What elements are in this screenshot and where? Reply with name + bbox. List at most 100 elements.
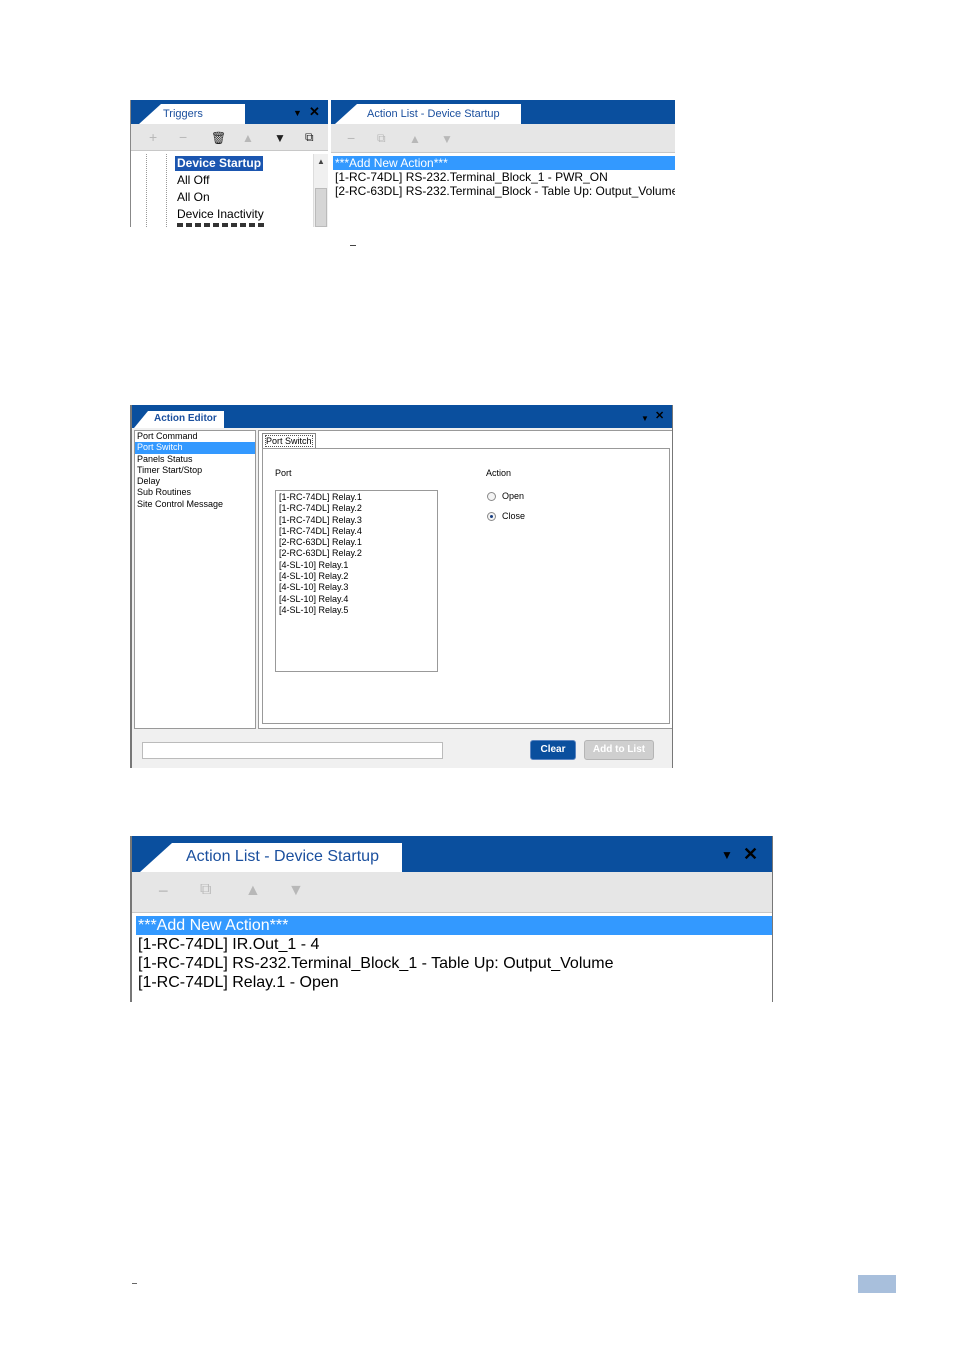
category-label: Sub Routines	[137, 487, 192, 498]
radio-button[interactable]	[487, 492, 496, 501]
add-icon[interactable]: +	[149, 130, 157, 144]
copy-icon[interactable]: ⧉	[200, 882, 211, 898]
tree-item-device-inactivity[interactable]: Device Inactivity	[177, 207, 264, 222]
tab-content: Port [1-RC-74DL] Relay.1 [1-RC-74DL] Rela…	[262, 448, 670, 724]
category-item[interactable]: Site Control Message	[135, 499, 255, 510]
category-item[interactable]: Delay	[135, 476, 255, 487]
action-list-header: Action List - Device Startup	[331, 100, 675, 124]
port-label: [4-SL-10] Relay.1	[279, 559, 349, 570]
radio-open[interactable]: Open	[486, 491, 546, 503]
add-to-list-button[interactable]: Add to List	[584, 740, 654, 760]
port-item[interactable]: [4-SL-10] Relay.5	[279, 605, 437, 616]
list-item-label: [1-RC-74DL] Relay.1 - Open	[138, 974, 339, 991]
category-label: Timer Start/Stop	[137, 464, 203, 475]
tree-item-label: All On	[177, 190, 210, 204]
port-item[interactable]: [2-RC-63DL] Relay.1	[279, 537, 437, 548]
list-item-label: [2-RC-63DL] RS-232.Terminal_Block - Tabl…	[335, 184, 675, 198]
radio-close[interactable]: Close	[486, 511, 546, 523]
action-editor-window: Action Editor ▼ ✕ Port Command Port Switc…	[130, 405, 673, 768]
category-item[interactable]: Sub Routines	[135, 487, 255, 498]
tree-item-all-off[interactable]: All Off	[177, 173, 209, 188]
list-item-label: [1-RC-74DL] RS-232.Terminal_Block_1 - PW…	[335, 170, 608, 184]
action-list-item[interactable]: [1-RC-74DL] RS-232.Terminal_Block_1 - Ta…	[138, 954, 614, 973]
port-label: [4-SL-10] Relay.5	[279, 604, 349, 615]
remove-icon[interactable]: −	[347, 131, 355, 145]
port-item[interactable]: [1-RC-74DL] Relay.2	[279, 503, 437, 514]
port-item[interactable]: [4-SL-10] Relay.1	[279, 560, 437, 571]
tree-line	[166, 154, 167, 227]
port-label: [2-RC-63DL] Relay.1	[279, 537, 362, 548]
port-item[interactable]: [2-RC-63DL] Relay.2	[279, 548, 437, 559]
category-label: Port Command	[137, 431, 198, 441]
action-list-item[interactable]: [1-RC-74DL] Relay.1 - Open	[138, 973, 339, 992]
category-list: Port Command Port Switch Panels Status Time…	[134, 430, 256, 729]
category-item[interactable]: Panels Status	[135, 454, 255, 465]
triggers-panel: Triggers ▼ ✕ + − 🗑 ▲ ▼ ⧉ Device Startup …	[130, 100, 328, 227]
dropdown-arrow-icon[interactable]: ▼	[721, 849, 733, 862]
port-label: [1-RC-74DL] Relay.3	[279, 514, 362, 525]
action-list-large-header: Action List - Device Startup ▼ ✕	[132, 836, 772, 872]
port-label: [1-RC-74DL] Relay.1	[279, 492, 362, 502]
port-listbox[interactable]: [1-RC-74DL] Relay.1 [1-RC-74DL] Relay.2 [1…	[275, 490, 438, 672]
action-list-panel: Action List - Device Startup − ⧉ ▲ ▼ ***…	[331, 100, 675, 227]
scroll-up-icon[interactable]: ▲	[317, 157, 325, 166]
tree-item-device-startup[interactable]: Device Startup	[175, 156, 264, 171]
tree-line	[146, 154, 147, 227]
remove-icon[interactable]: −	[158, 882, 169, 900]
tab-port-switch[interactable]: Port Switch	[262, 433, 316, 449]
move-up-icon[interactable]: ▲	[409, 133, 421, 145]
footer-page-block	[858, 1275, 896, 1293]
triggers-scrollbar[interactable]: ▲	[313, 154, 328, 227]
action-label: Action	[486, 468, 512, 478]
action-list-item[interactable]: ***Add New Action***	[136, 916, 772, 935]
remove-icon[interactable]: −	[179, 130, 187, 144]
port-item[interactable]: [4-SL-10] Relay.4	[279, 594, 437, 605]
port-label: [4-SL-10] Relay.4	[279, 593, 349, 604]
tree-item-all-on[interactable]: All On	[177, 190, 210, 205]
close-icon[interactable]: ✕	[743, 845, 758, 863]
scroll-thumb[interactable]	[315, 188, 327, 227]
category-label: Site Control Message	[137, 498, 224, 509]
action-list-item[interactable]: ***Add New Action***	[333, 156, 675, 170]
clear-button[interactable]: Clear	[530, 740, 576, 760]
action-list-large-tab-label: Action List - Device Startup	[186, 848, 379, 865]
triggers-toolbar: + − 🗑 ▲ ▼ ⧉	[131, 124, 328, 151]
category-item[interactable]: Port Command	[135, 431, 255, 442]
category-label: Panels Status	[137, 453, 193, 464]
action-list-item[interactable]: [2-RC-63DL] RS-232.Terminal_Block - Tabl…	[335, 184, 675, 198]
delete-icon[interactable]: 🗑	[211, 132, 226, 144]
action-list-item[interactable]: [1-RC-74DL] RS-232.Terminal_Block_1 - PW…	[335, 170, 608, 184]
radio-button[interactable]	[487, 512, 496, 521]
action-editor-tab[interactable]: Action Editor	[134, 411, 224, 428]
port-item[interactable]: [1-RC-74DL] Relay.3	[279, 515, 437, 526]
close-icon[interactable]: ✕	[655, 410, 664, 423]
close-icon[interactable]: ✕	[309, 105, 320, 118]
move-up-icon[interactable]: ▲	[242, 132, 254, 144]
list-item-label: [1-RC-74DL] RS-232.Terminal_Block_1 - Ta…	[138, 955, 614, 972]
copy-icon[interactable]: ⧉	[305, 131, 314, 143]
move-down-icon[interactable]: ▼	[288, 883, 304, 899]
move-down-icon[interactable]: ▼	[274, 132, 286, 144]
category-item[interactable]: Timer Start/Stop	[135, 465, 255, 476]
action-list-tab[interactable]: Action List - Device Startup	[335, 104, 521, 124]
action-list-item[interactable]: [1-RC-74DL] IR.Out_1 - 4	[138, 935, 319, 954]
action-list-large-tab[interactable]: Action List - Device Startup	[140, 843, 402, 872]
port-item[interactable]: [4-SL-10] Relay.3	[279, 582, 437, 593]
action-editor-header: Action Editor ▼ ✕	[132, 405, 672, 428]
category-label: Port Switch	[137, 442, 183, 453]
port-label: Port	[275, 468, 292, 478]
command-input[interactable]	[142, 742, 443, 759]
move-up-icon[interactable]: ▲	[245, 883, 261, 899]
radio-label: Open	[502, 491, 525, 501]
port-item[interactable]: [1-RC-74DL] Relay.1	[279, 492, 437, 503]
port-item[interactable]: [1-RC-74DL] Relay.4	[279, 526, 437, 537]
dropdown-arrow-icon[interactable]: ▼	[641, 412, 649, 425]
editor-pane: Port Switch Port [1-RC-74DL] Relay.1 [1-R…	[258, 430, 672, 729]
move-down-icon[interactable]: ▼	[441, 133, 453, 145]
port-item[interactable]: [4-SL-10] Relay.2	[279, 571, 437, 582]
dropdown-arrow-icon[interactable]: ▼	[293, 107, 302, 120]
triggers-tab[interactable]: Triggers	[139, 104, 245, 124]
category-item[interactable]: Port Switch	[135, 442, 255, 454]
copy-icon[interactable]: ⧉	[377, 132, 386, 144]
tree-item-label: All Off	[177, 173, 210, 187]
